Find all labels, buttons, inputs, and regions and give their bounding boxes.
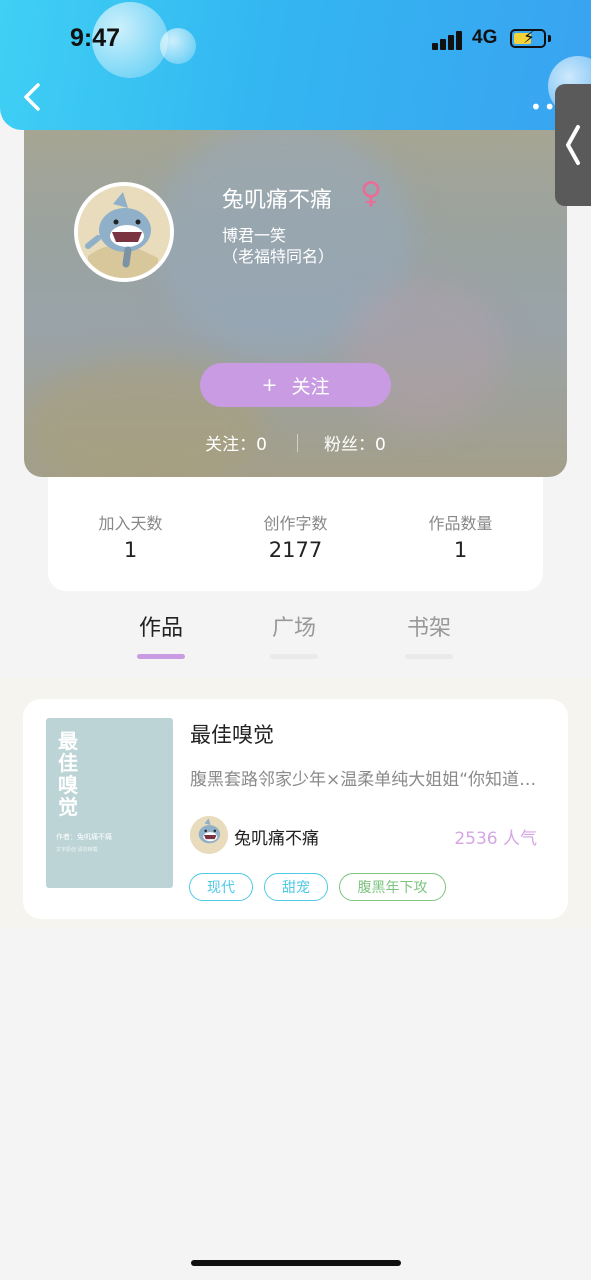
bg-blur [344, 280, 504, 430]
tag-sweet[interactable]: 甜宠 [264, 873, 328, 901]
profile-bio-line2: （老福特同名） [222, 247, 335, 266]
stat-value: 1 [123, 538, 138, 562]
tab-indicator [270, 654, 318, 659]
more-button[interactable]: •• [530, 95, 558, 119]
divider [297, 433, 298, 452]
cover-note: 文字原创 请勿转载 [56, 847, 98, 853]
follow-counts: 关注：0 粉丝：0 [24, 430, 567, 455]
tab-label: 作品 [138, 616, 183, 641]
tab-indicator [405, 654, 453, 659]
chevron-left-icon [566, 125, 580, 165]
work-description: 腹黑套路邻家少年×温柔单纯大姐姐“你知道吗？ [190, 770, 550, 790]
content-tabs: 作品 广场 书架 [0, 610, 591, 670]
follow-button-label: 关注 [291, 375, 330, 398]
stat-label: 创作字数 [263, 514, 328, 533]
tab-works[interactable]: 作品 [121, 610, 201, 659]
tab-label: 广场 [271, 616, 316, 641]
tab-label: 书架 [406, 616, 451, 641]
network-type: 4G [472, 27, 498, 48]
stat-label: 加入天数 [98, 514, 163, 533]
status-time: 9:47 [70, 24, 121, 52]
stat-word-count: 创作字数 2177 [213, 510, 378, 562]
chevron-left-icon [24, 83, 40, 111]
tab-indicator [137, 654, 185, 659]
shark-avatar-icon [190, 816, 228, 854]
stat-join-days: 加入天数 1 [48, 510, 213, 562]
followers-count[interactable]: 粉丝：0 [324, 430, 386, 455]
cover-title: 最佳嗅觉 [58, 729, 78, 819]
top-header: 9:47 4G ⚡ •• [0, 0, 591, 130]
profile-card: 兔叽痛不痛 ♀ 博君一笑 （老福特同名） + 关注 关注：0 粉丝：0 [24, 100, 567, 477]
stat-value: 2177 [268, 538, 323, 562]
female-gender-icon: ♀ [360, 176, 382, 211]
stat-work-count: 作品数量 1 [378, 510, 543, 562]
book-cover[interactable]: 最佳嗅觉 作者：兔叽痛不痛 文字原创 请勿转载 [46, 718, 173, 888]
follow-button[interactable]: + 关注 [200, 363, 391, 407]
shark-avatar-icon [78, 186, 170, 278]
signal-icon [432, 30, 464, 50]
tag-scheming-younger-top[interactable]: 腹黑年下攻 [339, 873, 446, 901]
battery-cap [548, 35, 551, 42]
stat-label: 作品数量 [428, 514, 493, 533]
tab-plaza[interactable]: 广场 [254, 610, 334, 659]
battery-icon: ⚡ [510, 28, 546, 48]
work-title[interactable]: 最佳嗅觉 [190, 719, 274, 749]
side-drawer-tab[interactable] [555, 84, 591, 206]
following-count[interactable]: 关注：0 [205, 430, 267, 455]
avatar[interactable] [74, 182, 174, 282]
work-card[interactable]: 最佳嗅觉 作者：兔叽痛不痛 文字原创 请勿转载 最佳嗅觉 腹黑套路邻家少年×温柔… [23, 699, 568, 919]
back-button[interactable] [20, 82, 46, 112]
profile-nickname: 兔叽痛不痛 [222, 188, 333, 213]
author-avatar[interactable] [190, 816, 228, 854]
tag-modern[interactable]: 现代 [189, 873, 253, 901]
author-name[interactable]: 兔叽痛不痛 [234, 824, 319, 849]
tab-bookshelf[interactable]: 书架 [389, 610, 469, 659]
decor-bubble [160, 28, 196, 64]
stat-value: 1 [453, 538, 468, 562]
home-indicator [191, 1260, 401, 1266]
more-dots-icon: •• [530, 95, 558, 119]
plus-icon: + [261, 374, 278, 396]
popularity-count: 2536 人气 [454, 829, 537, 849]
cover-author: 作者：兔叽痛不痛 [56, 833, 112, 841]
